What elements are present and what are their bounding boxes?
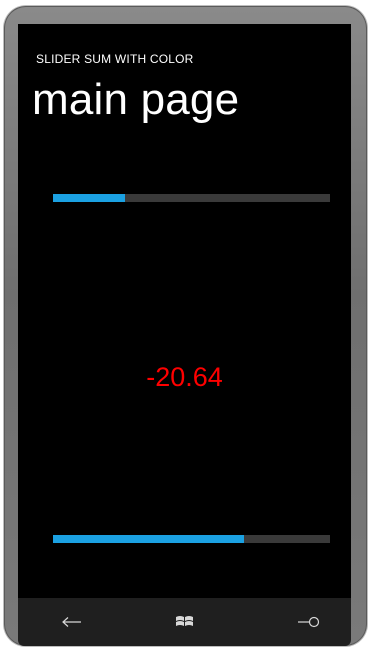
search-icon bbox=[298, 616, 320, 628]
bottom-slider[interactable] bbox=[53, 535, 330, 543]
search-button[interactable] bbox=[288, 608, 328, 636]
top-slider-fill bbox=[53, 194, 126, 202]
sum-value: -20.64 bbox=[146, 362, 223, 392]
back-arrow-icon bbox=[62, 617, 81, 627]
app-title: SLIDER SUM WITH COLOR bbox=[36, 52, 194, 66]
page-title: main page bbox=[32, 75, 240, 124]
app-screen: SLIDER SUM WITH COLOR main page -20.64 bbox=[18, 24, 351, 598]
back-button[interactable] bbox=[52, 608, 92, 636]
windows-start-icon bbox=[176, 616, 193, 626]
phone-navigation-bar bbox=[18, 598, 351, 646]
start-button[interactable] bbox=[165, 608, 205, 636]
top-slider[interactable] bbox=[53, 194, 330, 202]
bottom-slider-fill bbox=[53, 535, 245, 543]
